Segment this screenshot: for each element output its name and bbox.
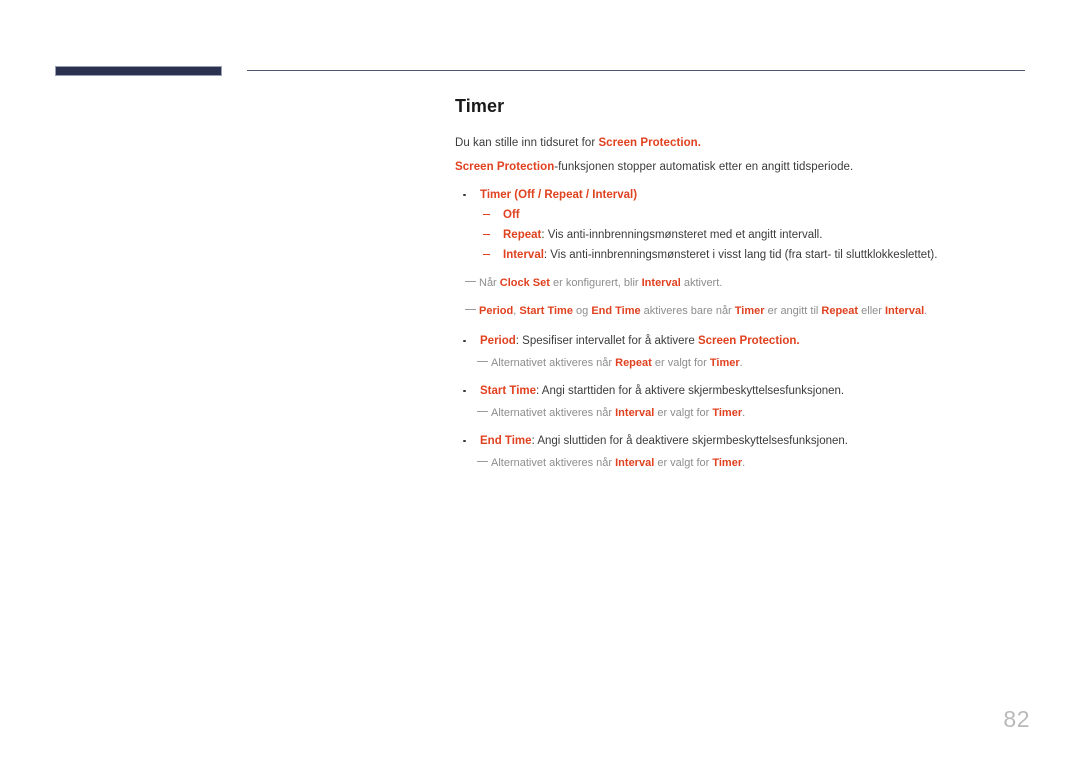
- list-item-period: Period: Spesifiser intervallet for å akt…: [455, 332, 1030, 351]
- note-period-mid: er valgt for: [651, 356, 710, 369]
- note-end-time-mid: er valgt for: [654, 456, 713, 469]
- list-item-start-time: Start Time: Angi starttiden for å aktive…: [455, 382, 1030, 401]
- note-start-time-keyword-1: Interval: [615, 406, 655, 419]
- dash-marker-icon: [483, 233, 490, 236]
- intro-line-1-pre: Du kan stille inn tidsuret for: [455, 136, 599, 149]
- note-post: .: [924, 304, 928, 317]
- note-start-time-keyword-2: Timer: [712, 406, 743, 419]
- note-end-time-keyword-1: Interval: [615, 456, 655, 469]
- intro-line-2-post: -funksjonen stopper automatisk etter en …: [554, 160, 854, 173]
- intro-line-1: Du kan stille inn tidsuret for Screen Pr…: [455, 134, 1030, 153]
- note-start-time-pre: Alternativet aktiveres når: [491, 406, 616, 419]
- note-period-pre: Alternativet aktiveres når: [491, 356, 616, 369]
- sub-list-item-off: Off: [455, 206, 1030, 225]
- note-keyword-timer: Timer: [734, 304, 765, 317]
- intro-line-1-keyword: Screen Protection: [598, 136, 698, 149]
- page-title: Timer: [455, 96, 505, 116]
- note-mid-1: aktiveres bare når: [640, 304, 735, 317]
- bullet-dot-icon: [463, 439, 466, 443]
- sub-item-term-interval: Interval: [503, 248, 544, 261]
- em-dash-icon: [477, 410, 488, 413]
- note-keyword-repeat: Repeat: [821, 304, 859, 317]
- option-term-end-time: End Time: [480, 434, 532, 447]
- note-end-time-condition: Alternativet aktiveres når Interval er v…: [455, 454, 1030, 473]
- option-desc-start-time: : Angi starttiden for å aktivere skjermb…: [536, 384, 845, 397]
- note-clock-set-pre: Når: [479, 276, 500, 289]
- timer-option-interval: Interval: [592, 188, 634, 201]
- page-content: Timer Du kan stille inn tidsuret for Scr…: [455, 96, 1030, 473]
- sub-list-item-repeat: Repeat: Vis anti-innbrenningsmønsteret m…: [455, 226, 1030, 245]
- note-end-time-post: .: [742, 456, 746, 469]
- timer-sep-2: /: [582, 188, 593, 201]
- note-keyword-interval: Interval: [885, 304, 925, 317]
- note-period-keyword-2: Timer: [709, 356, 740, 369]
- note-start-time-post: .: [742, 406, 746, 419]
- note-period-start-end: Period, Start Time og End Time aktiveres…: [455, 302, 1030, 321]
- option-term-start-time: Start Time: [480, 384, 537, 397]
- header-tab-marker: [55, 66, 222, 76]
- intro-line-2: Screen Protection-funksjonen stopper aut…: [455, 158, 1030, 177]
- em-dash-icon: [477, 460, 488, 463]
- note-keyword-start-time: Start Time: [519, 304, 573, 317]
- note-start-time-condition: Alternativet aktiveres når Interval er v…: [455, 404, 1030, 423]
- timer-sep-1: /: [534, 188, 545, 201]
- sub-item-desc-repeat: : Vis anti-innbrenningsmønsteret med et …: [541, 228, 823, 241]
- header-divider-rule: [247, 70, 1025, 71]
- em-dash-icon: [465, 280, 476, 283]
- timer-option-off: Off: [518, 188, 535, 201]
- note-end-time-keyword-2: Timer: [712, 456, 743, 469]
- page-number: 82: [1003, 706, 1030, 732]
- option-desc-end-time: : Angi sluttiden for å deaktivere skjerm…: [531, 434, 848, 447]
- note-keyword-period: Period: [479, 304, 514, 317]
- timer-paren-close: ): [633, 188, 638, 201]
- sub-list-item-interval: Interval: Vis anti-innbrenningsmønsteret…: [455, 246, 1030, 265]
- note-period-condition: Alternativet aktiveres når Repeat er val…: [455, 354, 1030, 373]
- em-dash-icon: [465, 308, 476, 311]
- note-mid-3: eller: [858, 304, 885, 317]
- note-clock-set-mid: er konfigurert, blir: [549, 276, 642, 289]
- bullet-dot-icon: [463, 389, 466, 393]
- note-clock-set-post: aktivert.: [680, 276, 723, 289]
- note-clock-set-keyword-1: Clock Set: [499, 276, 550, 289]
- timer-option-repeat: Repeat: [544, 188, 583, 201]
- sub-item-term-repeat: Repeat: [503, 228, 542, 241]
- page-header: [0, 0, 1080, 90]
- note-end-time-pre: Alternativet aktiveres når: [491, 456, 616, 469]
- note-mid-2: er angitt til: [764, 304, 822, 317]
- intro-line-2-keyword: Screen Protection: [455, 160, 555, 173]
- note-clock-set-keyword-2: Interval: [641, 276, 681, 289]
- note-period-post: .: [739, 356, 743, 369]
- note-keyword-end-time: End Time: [591, 304, 641, 317]
- sub-item-desc-interval: : Vis anti-innbrenningsmønsteret i visst…: [543, 248, 938, 261]
- list-item-end-time: End Time: Angi sluttiden for å deaktiver…: [455, 432, 1030, 451]
- bullet-dot-icon: [463, 339, 466, 343]
- option-term-period: Period: [480, 334, 516, 347]
- note-period-keyword-1: Repeat: [615, 356, 652, 369]
- timer-label: Timer: [480, 188, 512, 201]
- bullet-dot-icon: [463, 193, 466, 197]
- list-item-timer: Timer (Off / Repeat / Interval): [455, 186, 1030, 205]
- note-start-time-mid: er valgt for: [654, 406, 713, 419]
- sub-item-term-off: Off: [503, 208, 520, 221]
- option-desc-period-post: .: [796, 334, 800, 347]
- note-clock-set: Når Clock Set er konfigurert, blir Inter…: [455, 274, 1030, 293]
- dash-marker-icon: [483, 213, 490, 216]
- dash-marker-icon: [483, 253, 490, 256]
- intro-line-1-post: .: [697, 136, 701, 149]
- em-dash-icon: [477, 360, 488, 363]
- note-conj-og: og: [572, 304, 592, 317]
- option-desc-period-pre: : Spesifiser intervallet for å aktivere: [515, 334, 698, 347]
- option-desc-period-keyword: Screen Protection: [697, 334, 797, 347]
